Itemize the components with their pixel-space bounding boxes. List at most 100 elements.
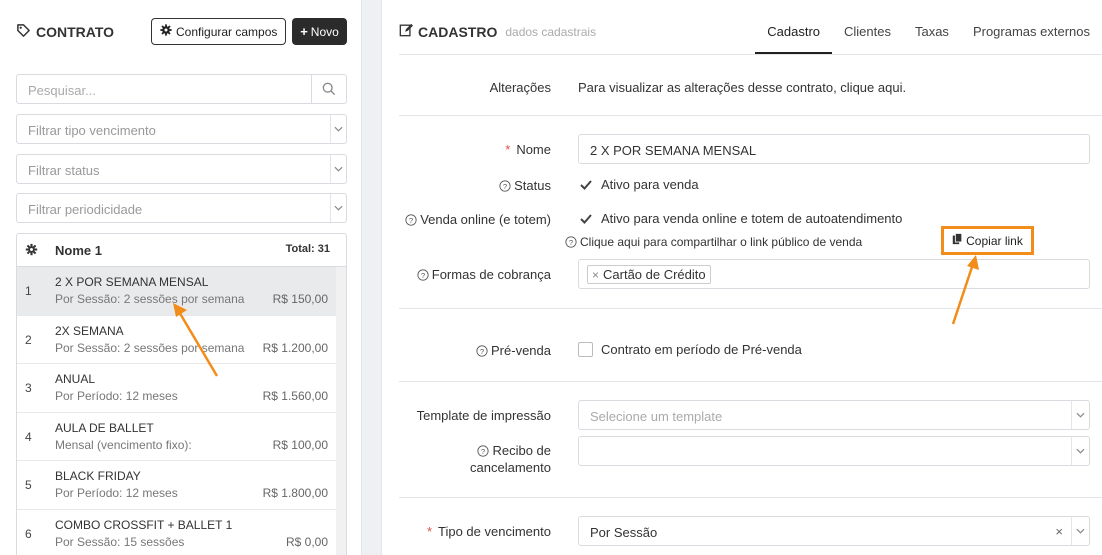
contract-detail: Por Período: 12 meses xyxy=(55,486,178,501)
chevron-down-icon xyxy=(1071,437,1089,465)
tab-bar: Cadastro Clientes Taxas Programas extern… xyxy=(755,0,1102,54)
status-checkbox[interactable]: Ativo para venda xyxy=(578,177,699,192)
alteracoes-label: Alterações xyxy=(489,80,551,95)
help-icon[interactable]: ? xyxy=(499,179,511,192)
venda-online-label: ? Venda online (e totem) xyxy=(405,212,551,227)
table-row[interactable]: 5 BLACK FRIDAY Por Período: 12 meses R$ 1.8… xyxy=(17,461,336,510)
contract-list-panel: CONTRATO Configurar campos + Novo Pesqui… xyxy=(0,0,362,555)
search-icon xyxy=(322,82,336,96)
share-link-hint: ? Clique aqui para compartilhar o link p… xyxy=(565,235,862,249)
alteracoes-link[interactable]: Para visualizar as alterações desse cont… xyxy=(578,80,906,95)
table-row[interactable]: 6 COMBO CROSSFIT + BALLET 1 Por Sessão: 15… xyxy=(17,510,336,555)
checkmark-icon xyxy=(578,211,593,226)
contract-detail: Mensal (vencimento fixo): xyxy=(55,437,192,452)
section-title: CADASTRO dados cadastrais xyxy=(399,23,596,40)
column-settings-icon[interactable] xyxy=(25,243,38,259)
divider xyxy=(399,381,1102,382)
clear-icon[interactable]: × xyxy=(1055,524,1063,539)
svg-text:?: ? xyxy=(409,216,413,225)
contract-name: 2X SEMANA xyxy=(55,323,124,338)
help-icon[interactable]: ? xyxy=(417,268,429,281)
contract-name: 2 X POR SEMANA MENSAL xyxy=(55,275,209,289)
tipo-vencimento-select[interactable]: Por Sessão × xyxy=(578,516,1090,546)
contract-price: R$ 0,00 xyxy=(285,534,328,549)
payment-method-tag: × Cartão de Crédito xyxy=(587,265,711,284)
pre-venda-checkbox[interactable]: Contrato em período de Pré-venda xyxy=(578,342,802,357)
help-icon[interactable]: ? xyxy=(405,213,417,226)
tab-taxas[interactable]: Taxas xyxy=(903,0,961,54)
gear-icon xyxy=(160,24,172,39)
checkbox-empty xyxy=(578,342,593,357)
column-name-header[interactable]: Nome 1 xyxy=(55,243,102,258)
filter-periodicity-select[interactable]: Filtrar periodicidade xyxy=(16,193,347,223)
recibo-cancelamento-label: ? Recibo de cancelamento xyxy=(470,443,551,475)
contract-price: R$ 1.560,00 xyxy=(262,389,328,404)
total-count: Total: 31 xyxy=(285,243,330,255)
row-index: 3 xyxy=(25,381,32,396)
row-index: 6 xyxy=(25,526,32,541)
chevron-down-icon xyxy=(330,194,346,222)
table-row[interactable]: 4 AULA DE BALLET Mensal (vencimento fixo):… xyxy=(17,413,336,462)
divider xyxy=(399,497,1102,498)
tab-clientes[interactable]: Clientes xyxy=(832,0,903,54)
annotation-arrow-left xyxy=(173,303,219,377)
contract-detail: Por Sessão: 15 sessões xyxy=(55,534,185,549)
chevron-down-icon xyxy=(1071,401,1089,429)
formas-cobranca-multiselect[interactable]: × Cartão de Crédito xyxy=(578,259,1090,289)
row-index: 5 xyxy=(25,478,32,493)
svg-text:?: ? xyxy=(481,447,485,456)
filter-due-type-select[interactable]: Filtrar tipo vencimento xyxy=(16,114,347,144)
contract-price: R$ 150,00 xyxy=(272,292,328,306)
venda-online-checkbox[interactable]: Ativo para venda online e totem de autoa… xyxy=(578,211,902,226)
formas-cobranca-label: ? Formas de cobrança xyxy=(417,267,551,282)
remove-tag-icon[interactable]: × xyxy=(592,268,599,282)
help-icon[interactable]: ? xyxy=(477,444,490,457)
contract-table: Nome 1 Total: 31 1 2 X POR SEMANA MENSAL P… xyxy=(16,233,347,555)
copy-icon xyxy=(952,233,963,248)
contract-detail: Por Período: 12 meses xyxy=(55,389,178,404)
checkmark-icon xyxy=(578,177,593,192)
annotation-arrow-right xyxy=(951,255,979,325)
plus-icon: + xyxy=(300,24,308,39)
template-label: Template de impressão xyxy=(416,408,551,423)
required-marker: * xyxy=(426,524,433,539)
recibo-cancelamento-select[interactable] xyxy=(578,436,1090,466)
svg-text:?: ? xyxy=(480,347,484,356)
svg-text:?: ? xyxy=(421,271,425,280)
chevron-down-icon xyxy=(1071,517,1089,545)
row-index: 4 xyxy=(25,429,32,444)
chevron-down-icon xyxy=(330,155,346,183)
table-header: Nome 1 Total: 31 xyxy=(17,234,346,267)
pre-venda-label: ? Pré-venda xyxy=(476,343,551,358)
divider xyxy=(399,54,1102,55)
chevron-down-icon xyxy=(330,115,346,143)
edit-icon xyxy=(399,23,413,40)
contract-name: BLACK FRIDAY xyxy=(55,469,141,484)
search-button[interactable] xyxy=(311,75,346,103)
svg-text:?: ? xyxy=(503,182,507,191)
help-icon[interactable]: ? xyxy=(565,236,577,248)
tab-cadastro[interactable]: Cadastro xyxy=(755,0,832,54)
list-scrollbar[interactable] xyxy=(336,267,346,555)
search-input[interactable]: Pesquisar... xyxy=(16,74,347,104)
required-marker: * xyxy=(505,142,511,157)
svg-text:?: ? xyxy=(569,238,573,247)
contract-name: COMBO CROSSFIT + BALLET 1 xyxy=(55,517,233,532)
new-contract-button[interactable]: + Novo xyxy=(292,18,347,45)
contract-price: R$ 1.200,00 xyxy=(262,340,328,355)
contract-price: R$ 1.800,00 xyxy=(262,486,328,501)
contract-detail-panel: CADASTRO dados cadastrais Cadastro Clien… xyxy=(381,0,1102,555)
divider xyxy=(399,115,1102,116)
filter-status-select[interactable]: Filtrar status xyxy=(16,154,347,184)
tag-icon xyxy=(16,23,31,41)
template-select[interactable]: Selecione um template xyxy=(578,400,1090,430)
help-icon[interactable]: ? xyxy=(476,344,488,357)
left-panel-header: CONTRATO Configurar campos + Novo xyxy=(16,18,347,46)
row-index: 2 xyxy=(25,332,32,347)
panel-title: CONTRATO xyxy=(16,23,114,41)
copy-link-button[interactable]: Copiar link xyxy=(941,226,1034,255)
nome-input[interactable]: 2 X POR SEMANA MENSAL xyxy=(578,134,1090,164)
configure-fields-button[interactable]: Configurar campos xyxy=(151,18,287,45)
tab-programas-externos[interactable]: Programas externos xyxy=(961,0,1102,54)
contract-name: AULA DE BALLET xyxy=(55,420,154,435)
